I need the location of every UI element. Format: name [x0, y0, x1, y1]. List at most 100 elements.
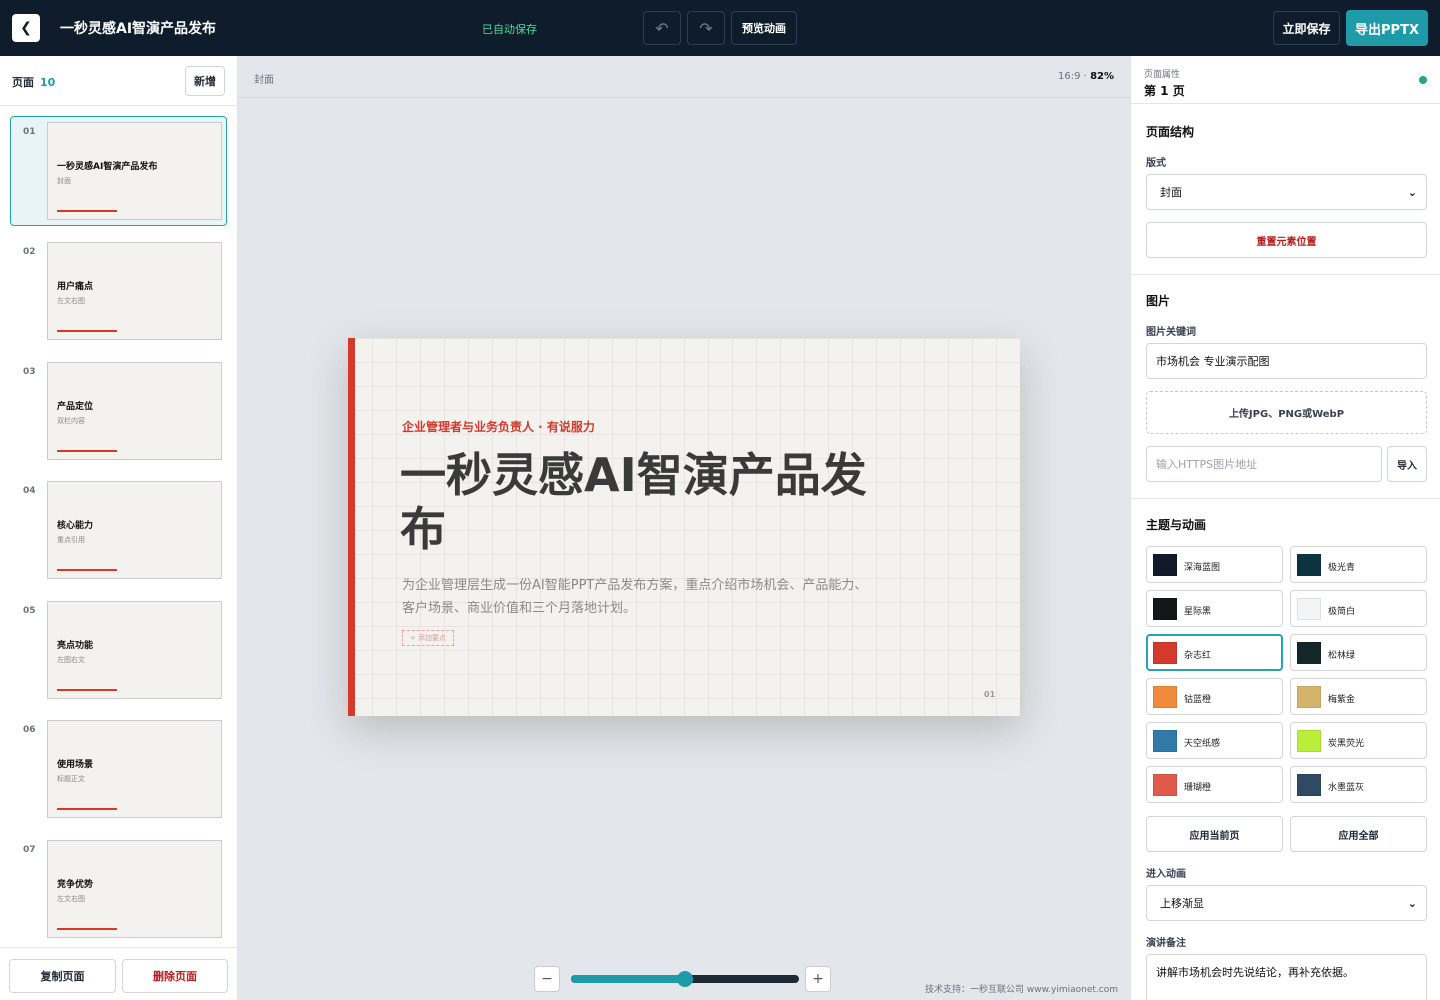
speaker-notes-input[interactable]: 讲解市场机会时先说结论，再补充依据。	[1146, 954, 1427, 1000]
theme-swatch	[1153, 774, 1177, 796]
import-image-button[interactable]: 导入	[1387, 446, 1427, 482]
theme-swatch	[1297, 642, 1321, 664]
theme-name: 天空纸感	[1184, 739, 1221, 749]
apply-all-button[interactable]: 应用全部	[1290, 816, 1427, 852]
page-thumb-layout: 双栏内容	[57, 417, 85, 425]
page-thumb-04[interactable]: 04 核心能力 重点引用	[10, 475, 227, 585]
slide-title[interactable]: 一秒灵感AI智演产品发布	[400, 448, 880, 556]
preview-animation-button[interactable]: 预览动画	[731, 11, 797, 45]
page-thumb-card: 亮点功能 左图右文	[47, 601, 222, 699]
theme-option[interactable]: 松林绿	[1290, 634, 1427, 671]
page-thumb-title: 竞争优势	[57, 880, 94, 890]
export-pptx-button[interactable]: 导出PPTX	[1346, 10, 1428, 46]
save-now-button[interactable]: 立即保存	[1273, 11, 1340, 45]
undo-button[interactable]: ↶	[643, 11, 681, 45]
zoom-slider-fill	[571, 975, 685, 983]
theme-option[interactable]: 深海蓝图	[1146, 546, 1283, 583]
back-button[interactable]: ❮	[12, 14, 40, 42]
theme-option[interactable]: 珊瑚橙	[1146, 766, 1283, 803]
section-theme-title: 主题与动画	[1146, 518, 1207, 532]
theme-option[interactable]: 极光青	[1290, 546, 1427, 583]
page-thumb-layout: 重点引用	[57, 536, 85, 544]
redo-button[interactable]: ↷	[687, 11, 725, 45]
page-thumb-05[interactable]: 05 亮点功能 左图右文	[10, 595, 227, 705]
slide-body[interactable]: 为企业管理层生成一份AI智能PPT产品发布方案，重点介绍市场机会、产品能力、客户…	[402, 574, 872, 620]
sidebar-title-label: 页面	[12, 76, 34, 89]
image-upload-dropzone[interactable]: 上传JPG、PNG或WebP	[1146, 391, 1427, 434]
page-thumb-number: 05	[23, 606, 36, 616]
reset-position-button[interactable]: 重置元素位置	[1146, 222, 1427, 258]
slide-canvas[interactable]: 企业管理者与业务负责人 · 有说服力 一秒灵感AI智演产品发布 为企业管理层生成…	[348, 338, 1020, 716]
add-point-button[interactable]: + 添加要点	[402, 630, 454, 646]
page-thumb-03[interactable]: 03 产品定位 双栏内容	[10, 356, 227, 466]
page-thumb-card: 一秒灵感AI智演产品发布 封面	[47, 122, 222, 220]
page-thumb-07[interactable]: 07 竞争优势 左文右图	[10, 834, 227, 944]
page-thumb-01[interactable]: 01 一秒灵感AI智演产品发布 封面	[10, 116, 227, 226]
theme-option[interactable]: 天空纸感	[1146, 722, 1283, 759]
theme-swatch	[1153, 642, 1177, 664]
page-thumb-number: 02	[23, 247, 36, 257]
page-thumb-card: 用户痛点 左文右图	[47, 242, 222, 340]
theme-option[interactable]: 极简白	[1290, 590, 1427, 627]
page-thumb-title: 产品定位	[57, 402, 94, 412]
page-thumb-layout: 左文右图	[57, 297, 85, 305]
zoom-slider[interactable]	[571, 971, 799, 987]
theme-name: 杂志红	[1184, 651, 1212, 661]
delete-page-button[interactable]: 删除页面	[122, 959, 228, 993]
chevron-down-icon: ⌄	[1407, 186, 1417, 199]
page-thumb-number: 01	[23, 127, 36, 137]
page-thumb-accent	[57, 928, 117, 930]
panel-header: 页面属性 第 1 页	[1131, 56, 1440, 104]
undo-icon: ↶	[655, 18, 669, 38]
section-image-title: 图片	[1146, 294, 1171, 308]
theme-option[interactable]: 水墨蓝灰	[1290, 766, 1427, 803]
animation-select-value: 上移渐显	[1160, 897, 1204, 910]
chevron-down-icon: ⌄	[1407, 897, 1417, 910]
page-count: 10	[40, 76, 56, 89]
image-keyword-label: 图片关键词	[1146, 327, 1196, 338]
current-layout-label: 封面	[254, 75, 274, 86]
properties-panel: 页面属性 第 1 页 页面结构 版式 封面 ⌄ 重置元素位置 图片 图片关键词 …	[1130, 56, 1440, 1000]
image-url-input[interactable]: 输入HTTPS图片地址	[1146, 446, 1382, 482]
theme-option[interactable]: 炭黑荧光	[1290, 722, 1427, 759]
slide-kicker[interactable]: 企业管理者与业务负责人 · 有说服力	[402, 418, 595, 435]
animation-label: 进入动画	[1146, 869, 1186, 880]
page-thumb-layout: 左文右图	[57, 895, 85, 903]
zoom-slider-handle[interactable]	[677, 971, 693, 987]
zoom-out-button[interactable]: −	[534, 966, 560, 992]
zoom-in-button[interactable]: +	[805, 966, 831, 992]
theme-name: 极光青	[1328, 563, 1356, 573]
aspect-ratio: 16:9 ·	[1058, 71, 1087, 82]
theme-swatch	[1153, 730, 1177, 752]
theme-name: 极简白	[1328, 607, 1356, 617]
layout-label: 版式	[1146, 158, 1166, 169]
project-title: 一秒灵感AI智演产品发布	[60, 21, 217, 37]
page-thumb-06[interactable]: 06 使用场景 标题正文	[10, 714, 227, 824]
page-thumb-card: 竞争优势 左文右图	[47, 840, 222, 938]
theme-option[interactable]: 星际黑	[1146, 590, 1283, 627]
page-thumb-number: 06	[23, 725, 36, 735]
sidebar-header: 页面 10 新增	[0, 56, 237, 106]
layout-select[interactable]: 封面 ⌄	[1146, 174, 1427, 210]
page-thumb-card: 产品定位 双栏内容	[47, 362, 222, 460]
theme-swatch	[1297, 554, 1321, 576]
page-thumb-accent	[57, 569, 117, 571]
image-keyword-input[interactable]: 市场机会 专业演示配图	[1146, 343, 1427, 379]
apply-current-page-button[interactable]: 应用当前页	[1146, 816, 1283, 852]
theme-option[interactable]: 钴蓝橙	[1146, 678, 1283, 715]
add-page-button[interactable]: 新增	[185, 66, 225, 96]
page-thumb-02[interactable]: 02 用户痛点 左文右图	[10, 236, 227, 346]
page-thumb-accent	[57, 808, 117, 810]
page-sidebar: 页面 10 新增 01 一秒灵感AI智演产品发布 封面 02 用户痛点 左文右图 …	[0, 56, 238, 1000]
theme-swatch	[1153, 554, 1177, 576]
copy-page-button[interactable]: 复制页面	[9, 959, 116, 993]
theme-option[interactable]: 梅紫金	[1290, 678, 1427, 715]
status-dot	[1419, 76, 1427, 84]
page-thumb-number: 04	[23, 486, 36, 496]
animation-select[interactable]: 上移渐显 ⌄	[1146, 885, 1427, 921]
theme-option-selected[interactable]: 杂志红	[1146, 634, 1283, 671]
theme-name: 松林绿	[1328, 651, 1356, 661]
section-structure-title: 页面结构	[1146, 125, 1195, 139]
page-thumb-card: 使用场景 标题正文	[47, 720, 222, 818]
page-thumb-accent	[57, 450, 117, 452]
